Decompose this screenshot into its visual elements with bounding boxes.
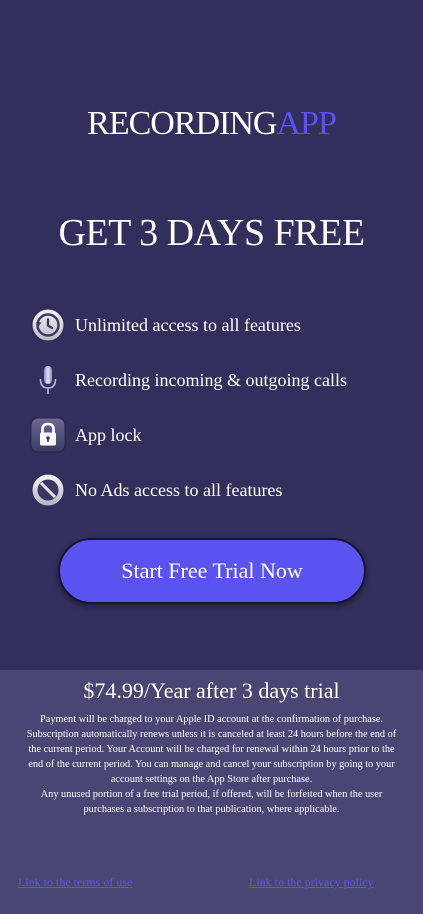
feature-list: Unlimited access to all features Recordi… xyxy=(30,305,410,525)
feature-label: Unlimited access to all features xyxy=(75,315,301,335)
subscription-legal-text: Payment will be charged to your Apple ID… xyxy=(24,712,399,817)
microphone-icon xyxy=(30,362,66,398)
legal-paragraph: Any unused portion of a free trial perio… xyxy=(40,789,383,815)
paywall-top-section: RECORDINGAPP GET 3 DAYS FREE Unlimited a… xyxy=(0,0,423,670)
feature-item-no-ads: No Ads access to all features xyxy=(30,470,410,510)
app-logo: RECORDINGAPP xyxy=(0,104,423,144)
privacy-policy-link[interactable]: Link to the privacy policy xyxy=(249,875,374,890)
terms-of-use-link[interactable]: Link to the terms of use xyxy=(18,875,132,890)
offer-headline: GET 3 DAYS FREE xyxy=(58,212,365,254)
feature-item-unlimited-access: Unlimited access to all features xyxy=(30,305,410,345)
history-clock-icon xyxy=(30,307,66,343)
logo-text-main: RECORDING xyxy=(87,105,277,142)
logo-text-accent: APP xyxy=(276,105,336,142)
price-headline: $74.99/Year after 3 days trial xyxy=(83,678,340,703)
legal-paragraph: Payment will be charged to your Apple ID… xyxy=(26,714,397,785)
pricing-footer: $74.99/Year after 3 days trial Payment w… xyxy=(0,670,423,914)
lock-icon xyxy=(30,417,66,453)
footer-links: Link to the terms of use Link to the pri… xyxy=(0,875,423,895)
feature-item-app-lock: App lock xyxy=(30,415,410,455)
feature-item-call-recording: Recording incoming & outgoing calls xyxy=(30,360,410,400)
feature-label: Recording incoming & outgoing calls xyxy=(75,370,347,390)
start-free-trial-button[interactable]: Start Free Trial Now xyxy=(58,538,366,604)
feature-label: App lock xyxy=(75,425,142,445)
feature-label: No Ads access to all features xyxy=(75,480,283,500)
no-ads-icon xyxy=(30,472,66,508)
